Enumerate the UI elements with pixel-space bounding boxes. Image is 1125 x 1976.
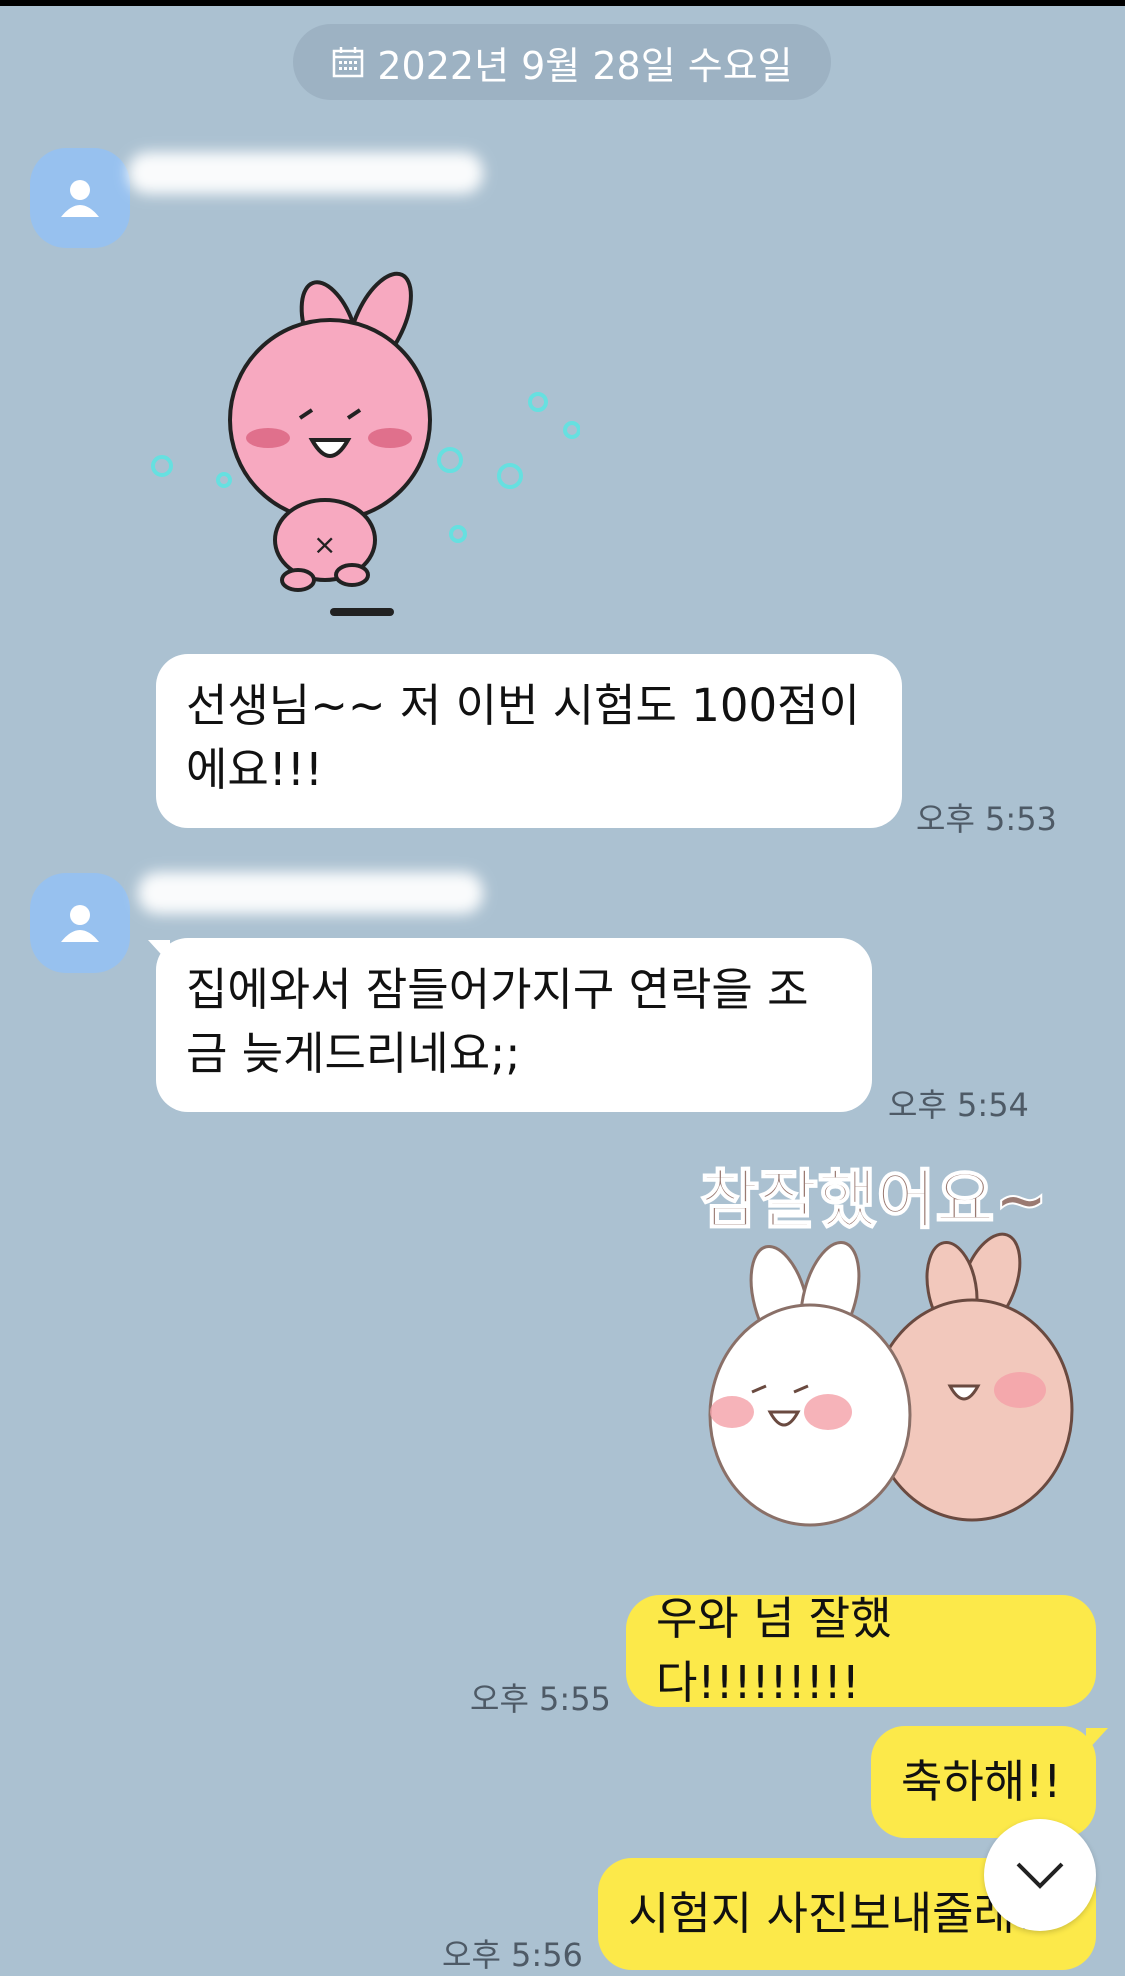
sparkle [449, 525, 467, 543]
sparkle [497, 463, 523, 489]
chevron-down-icon [1016, 1862, 1064, 1889]
calendar-icon [333, 47, 364, 78]
status-bar-strip [0, 0, 1125, 6]
sender-name-redacted [138, 872, 483, 914]
default-profile-icon [61, 905, 99, 942]
sender-avatar[interactable] [30, 148, 130, 248]
svg-text:×: × [313, 528, 336, 561]
message-text: 우와 넘 잘했다!!!!!!!!! [656, 1592, 892, 1709]
message-text: 축하해!! [901, 1755, 1062, 1808]
message-line: 집에와서 잠들어가지구 연락을 조 [186, 963, 809, 1016]
message-timestamp: 오후 5:53 [916, 800, 1057, 838]
message-text: 시험지 사진보내줄래? [628, 1887, 1039, 1940]
date-text: 2022년 9월 28일 수요일 [377, 43, 793, 88]
sparkle [151, 455, 173, 477]
outgoing-message[interactable]: 우와 넘 잘했다!!!!!!!!! [626, 1592, 1096, 1709]
sparkle [528, 392, 548, 412]
sender-avatar[interactable] [30, 873, 130, 973]
scroll-to-bottom-button[interactable] [984, 1819, 1096, 1931]
message-line: 선생님~~ 저 이번 시험도 100점이 [186, 679, 860, 732]
sender-name-redacted [128, 152, 483, 194]
default-profile-icon [61, 180, 99, 217]
incoming-message[interactable]: 집에와서 잠들어가지구 연락을 조 금 늦게드리네요;; [156, 938, 872, 1112]
date-divider: 2022년 9월 28일 수요일 [293, 24, 831, 100]
sparkle [437, 447, 463, 473]
message-timestamp: 오후 5:56 [442, 1936, 583, 1974]
outgoing-message[interactable]: 축하해!! [871, 1726, 1096, 1838]
incoming-message[interactable]: 선생님~~ 저 이번 시험도 100점이 에요!!! [156, 654, 902, 828]
message-timestamp: 오후 5:54 [888, 1086, 1029, 1124]
pink-bunny-sticker[interactable]: × [140, 270, 580, 620]
sparkle [216, 472, 232, 488]
sticker-caption: 참잘했어요~ [700, 1164, 1048, 1238]
message-line: 금 늦게드리네요;; [186, 1027, 521, 1080]
two-bunnies-sticker[interactable]: 참잘했어요~ [690, 1150, 1090, 1570]
message-line: 에요!!! [186, 743, 323, 796]
sparkle [563, 421, 580, 439]
message-timestamp: 오후 5:55 [470, 1680, 611, 1718]
